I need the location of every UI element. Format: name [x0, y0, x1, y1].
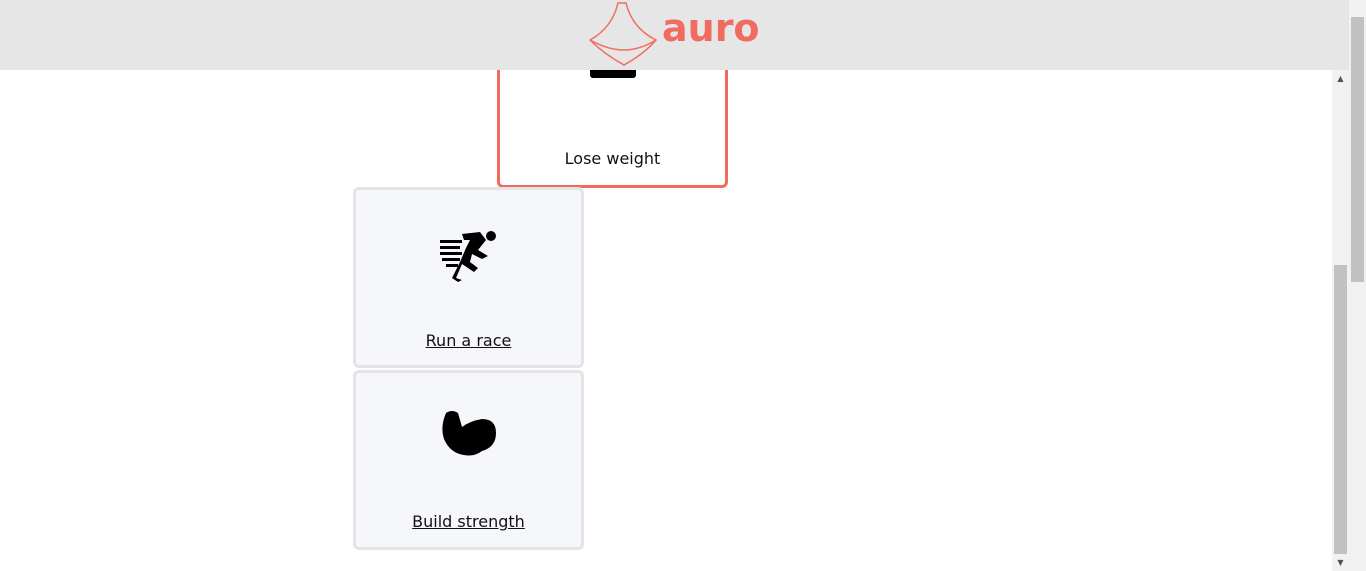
goal-card-lose-weight[interactable]: Lose weight — [497, 70, 728, 188]
page-scrollbar-thumb[interactable] — [1351, 17, 1364, 282]
app-header: auro — [0, 0, 1349, 70]
goal-card-build-strength[interactable]: Build strength — [353, 370, 584, 550]
scroll-down-arrow-icon[interactable]: ▼ — [1332, 554, 1349, 571]
page-scrollbar[interactable] — [1349, 0, 1366, 571]
content-scrollbar[interactable]: ▲ ▼ — [1332, 70, 1349, 571]
auro-logo-mark-icon — [588, 2, 658, 66]
scale-icon — [589, 70, 637, 85]
scroll-up-arrow-icon[interactable]: ▲ — [1332, 70, 1349, 87]
goal-label: Lose weight — [564, 149, 661, 168]
brand-name: auro — [662, 6, 760, 50]
goal-list: Lose weight Run a race Build strength — [0, 70, 1332, 571]
flexed-bicep-icon — [440, 409, 498, 463]
auro-logo[interactable]: auro — [588, 0, 768, 70]
goal-label: Run a race — [425, 331, 512, 350]
runner-icon — [439, 228, 498, 286]
scrollbar-thumb[interactable] — [1334, 265, 1347, 554]
goal-card-run-a-race[interactable]: Run a race — [353, 187, 584, 368]
goal-label: Build strength — [412, 512, 525, 531]
